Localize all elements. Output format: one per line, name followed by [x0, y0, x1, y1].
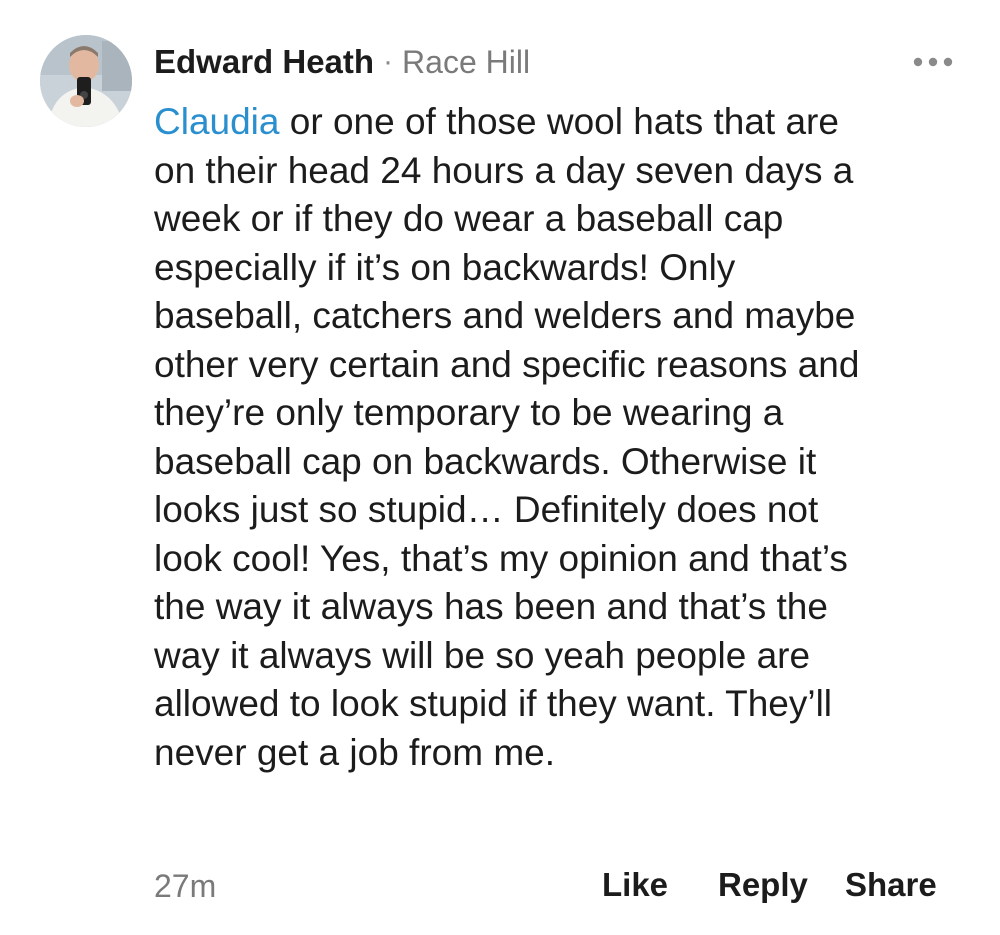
comment-line: or one of those wool hats that are	[279, 101, 839, 142]
timestamp: 27m	[154, 868, 217, 904]
comment-line: allowed to look stupid if they want. The…	[154, 683, 833, 724]
like-button[interactable]: Like	[602, 866, 668, 904]
header-separator: ·	[383, 45, 394, 78]
more-horizontal-icon	[913, 57, 953, 67]
comment-line: they’re only temporary to be wearing a	[154, 392, 784, 433]
comment-line: never get a job from me.	[154, 731, 556, 773]
comment-line: baseball, catchers and welders and maybe	[154, 295, 856, 336]
comment-line: other very certain and specific reasons …	[154, 343, 860, 385]
comment: Edward Heath · Race Hill Claudia or one …	[0, 0, 1000, 935]
avatar-photo-icon	[40, 35, 132, 127]
comment-line-first: Claudia or one of those wool hats that a…	[154, 98, 984, 147]
more-options-button[interactable]	[908, 48, 958, 76]
comment-line: look cool! Yes, that’s my opinion and th…	[154, 537, 848, 579]
mention-link[interactable]: Claudia	[154, 101, 279, 142]
comment-line: on their head 24 hours a day seven days …	[154, 149, 854, 191]
author-name[interactable]: Edward Heath	[154, 43, 374, 81]
avatar[interactable]	[40, 35, 132, 127]
comment-line: the way it always has been and that’s th…	[154, 586, 828, 627]
reply-button[interactable]: Reply	[718, 866, 808, 904]
comment-line: week or if they do wear a baseball cap	[154, 198, 784, 239]
share-button[interactable]: Share	[845, 866, 937, 904]
comment-line: especially if it’s on backwards! Only	[154, 246, 736, 288]
comment-line: baseball cap on backwards. Otherwise it	[154, 440, 817, 482]
author-location: Race Hill	[402, 43, 531, 80]
comment-body: Claudia or one of those wool hats that a…	[154, 98, 984, 777]
comment-line: looks just so stupid… Definitely does no…	[154, 489, 819, 530]
comment-header: Edward Heath · Race Hill	[154, 40, 530, 84]
comment-line: way it always will be so yeah people are	[154, 634, 811, 676]
comment-footer: 27m Like Reply Share	[0, 860, 1000, 912]
